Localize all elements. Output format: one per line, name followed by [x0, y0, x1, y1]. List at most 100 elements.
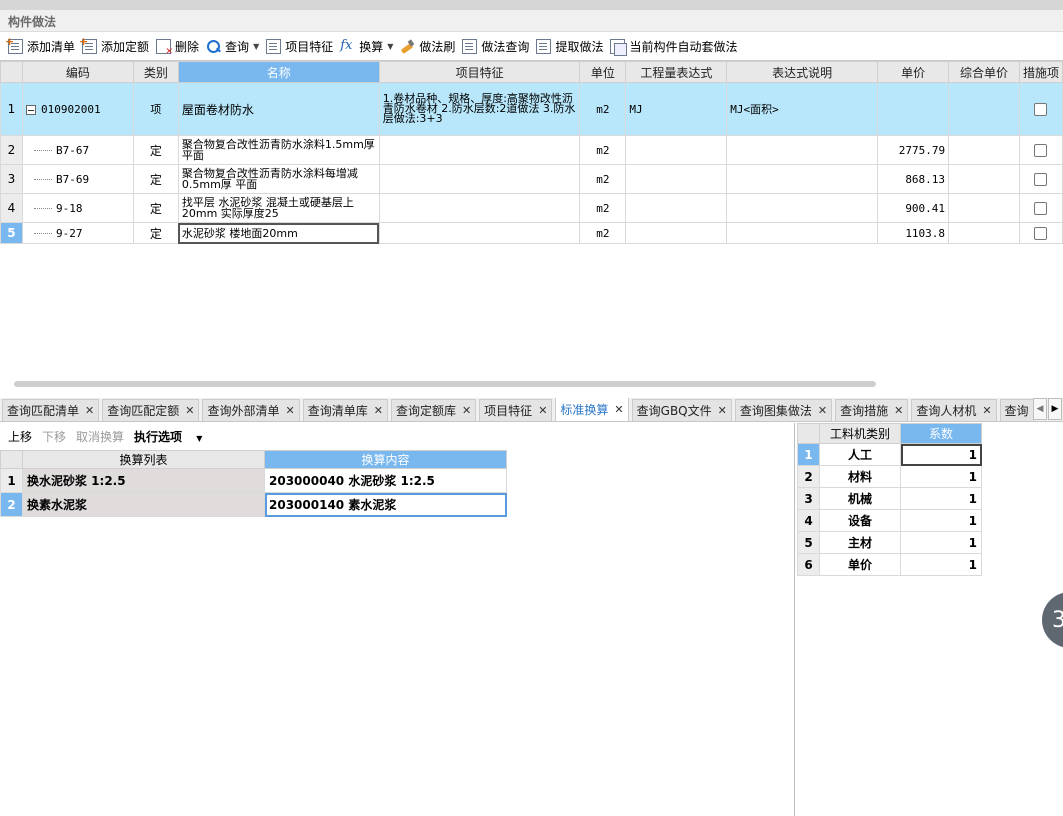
measure-checkbox[interactable]: [1034, 102, 1048, 116]
close-icon[interactable]: ✕: [285, 404, 294, 417]
header-category[interactable]: 工料机类别: [819, 423, 901, 444]
table-row[interactable]: 3 机械 1: [797, 487, 982, 510]
type-cell[interactable]: 定: [132, 164, 179, 194]
header-feature[interactable]: 项目特征: [378, 61, 581, 83]
code-cell[interactable]: B7-67: [21, 135, 134, 165]
table-row[interactable]: 1 010902001 项 屋面卷材防水 1.卷材品种、规格、厚度:高聚物改性沥…: [0, 82, 1063, 136]
tab-quota-library[interactable]: 查询定额库 ✕: [390, 399, 477, 421]
tab-labor-material-machine[interactable]: 查询人材机 ✕: [911, 399, 997, 421]
feature-cell[interactable]: 1.卷材品种、规格、厚度:高聚物改性沥青防水卷材 2.防水层数:2道做法 3.防…: [378, 82, 581, 136]
header-price[interactable]: 单价: [877, 61, 950, 83]
unit-cell[interactable]: m2: [579, 135, 627, 165]
row-number[interactable]: 5: [0, 222, 23, 244]
conversion-content-cell[interactable]: 203000040 水泥砂浆 1:2.5: [264, 468, 507, 493]
row-number[interactable]: 4: [0, 193, 23, 223]
row-number[interactable]: 1: [0, 468, 23, 493]
cancel-conversion-button[interactable]: 取消换算: [76, 428, 124, 445]
table-row[interactable]: 1 换水泥砂浆 1:2.5 203000040 水泥砂浆 1:2.5: [0, 468, 507, 493]
row-number[interactable]: 1: [797, 443, 820, 466]
conversion-item-cell[interactable]: 换水泥砂浆 1:2.5: [22, 468, 265, 493]
header-name[interactable]: 名称: [177, 61, 380, 83]
measure-checkbox[interactable]: [1034, 201, 1048, 215]
close-icon[interactable]: ✕: [982, 404, 991, 417]
table-row[interactable]: 2 材料 1: [797, 465, 982, 488]
unit-cell[interactable]: m2: [579, 82, 627, 136]
category-cell[interactable]: 人工: [819, 443, 901, 466]
conversion-item-cell[interactable]: 换素水泥浆: [22, 492, 265, 517]
query-button[interactable]: 查询 ▼: [204, 35, 264, 57]
code-cell[interactable]: 9-27: [21, 222, 134, 244]
features-button[interactable]: 项目特征: [264, 35, 338, 57]
table-row[interactable]: 1 人工 1: [797, 443, 982, 466]
tab-external-list[interactable]: 查询外部清单 ✕: [202, 399, 300, 421]
coefficient-cell[interactable]: 1: [900, 465, 982, 488]
tab-query-more[interactable]: 查询: [999, 399, 1034, 421]
tab-atlas-method[interactable]: 查询图集做法 ✕: [734, 399, 833, 421]
table-row[interactable]: 2 B7-67 定 聚合物复合改性沥青防水涂料1.5mm厚 平面 m2 2775…: [0, 135, 1063, 165]
header-measure[interactable]: 措施项: [1018, 61, 1063, 83]
row-number[interactable]: 6: [797, 553, 820, 576]
execute-options-button[interactable]: 执行选项 ▼: [134, 428, 212, 445]
code-cell[interactable]: 9-18: [21, 193, 134, 223]
measure-cell[interactable]: [1018, 82, 1063, 136]
name-cell[interactable]: 屋面卷材防水: [177, 82, 380, 136]
coefficient-cell[interactable]: 1: [900, 531, 982, 554]
close-icon[interactable]: ✕: [462, 404, 471, 417]
collapse-icon[interactable]: [25, 104, 36, 115]
total-price-cell[interactable]: [948, 164, 1020, 194]
row-number[interactable]: 2: [0, 135, 23, 165]
table-row[interactable]: 4 9-18 定 找平层 水泥砂浆 混凝土或硬基层上20mm 实际厚度25 m2…: [0, 193, 1063, 223]
table-row[interactable]: 2 换素水泥浆 203000140 素水泥浆: [0, 492, 507, 517]
row-number[interactable]: 5: [797, 531, 820, 554]
price-cell[interactable]: 900.41: [877, 193, 950, 223]
close-icon[interactable]: ✕: [614, 403, 623, 416]
header-total-price[interactable]: 综合单价: [948, 61, 1020, 83]
price-cell[interactable]: 868.13: [877, 164, 950, 194]
table-row[interactable]: 6 单价 1: [797, 553, 982, 576]
close-icon[interactable]: ✕: [374, 404, 383, 417]
code-cell[interactable]: 010902001: [21, 82, 134, 136]
expr-desc-cell[interactable]: [726, 193, 879, 223]
add-list-button[interactable]: 添加清单: [5, 35, 80, 57]
table-row[interactable]: 4 设备 1: [797, 509, 982, 532]
header-conversion-list[interactable]: 换算列表: [22, 450, 265, 469]
close-icon[interactable]: ✕: [85, 404, 94, 417]
auto-apply-button[interactable]: 当前构件自动套做法: [608, 35, 742, 57]
total-price-cell[interactable]: [948, 135, 1020, 165]
table-row[interactable]: 5 主材 1: [797, 531, 982, 554]
expr-cell[interactable]: [625, 164, 728, 194]
tab-gbq-file[interactable]: 查询GBQ文件 ✕: [631, 399, 732, 421]
expr-cell[interactable]: [625, 222, 728, 244]
row-number[interactable]: 3: [0, 164, 23, 194]
close-icon[interactable]: ✕: [718, 404, 727, 417]
measure-cell[interactable]: [1018, 193, 1063, 223]
feature-cell[interactable]: [378, 164, 581, 194]
row-number[interactable]: 2: [797, 465, 820, 488]
header-conversion-content[interactable]: 换算内容: [264, 450, 507, 469]
delete-button[interactable]: 删除: [154, 35, 204, 57]
tab-features[interactable]: 项目特征 ✕: [479, 399, 553, 421]
measure-cell[interactable]: [1018, 135, 1063, 165]
table-row[interactable]: 3 B7-69 定 聚合物复合改性沥青防水涂料每增减0.5mm厚 平面 m2 8…: [0, 164, 1063, 194]
extract-method-button[interactable]: 提取做法: [534, 35, 608, 57]
feature-cell[interactable]: [378, 135, 581, 165]
close-icon[interactable]: ✕: [894, 404, 903, 417]
tab-standard-conversion[interactable]: 标准换算 ✕: [555, 398, 629, 421]
header-type[interactable]: 类别: [132, 61, 179, 83]
move-down-button[interactable]: 下移: [42, 428, 66, 445]
expr-desc-cell[interactable]: [726, 222, 879, 244]
header-expr[interactable]: 工程量表达式: [625, 61, 728, 83]
tab-scroll-right-button[interactable]: ▶: [1048, 398, 1062, 420]
method-brush-button[interactable]: 做法刷: [398, 35, 460, 57]
type-cell[interactable]: 项: [132, 82, 179, 136]
measure-checkbox[interactable]: [1034, 172, 1048, 186]
close-icon[interactable]: ✕: [818, 404, 827, 417]
unit-cell[interactable]: m2: [579, 193, 627, 223]
expr-cell[interactable]: [625, 193, 728, 223]
row-number[interactable]: 1: [0, 82, 23, 136]
expr-desc-cell[interactable]: [726, 135, 879, 165]
row-number[interactable]: 4: [797, 509, 820, 532]
price-cell[interactable]: [877, 82, 950, 136]
name-cell[interactable]: 水泥砂浆 楼地面20mm: [177, 222, 380, 244]
category-cell[interactable]: 单价: [819, 553, 901, 576]
